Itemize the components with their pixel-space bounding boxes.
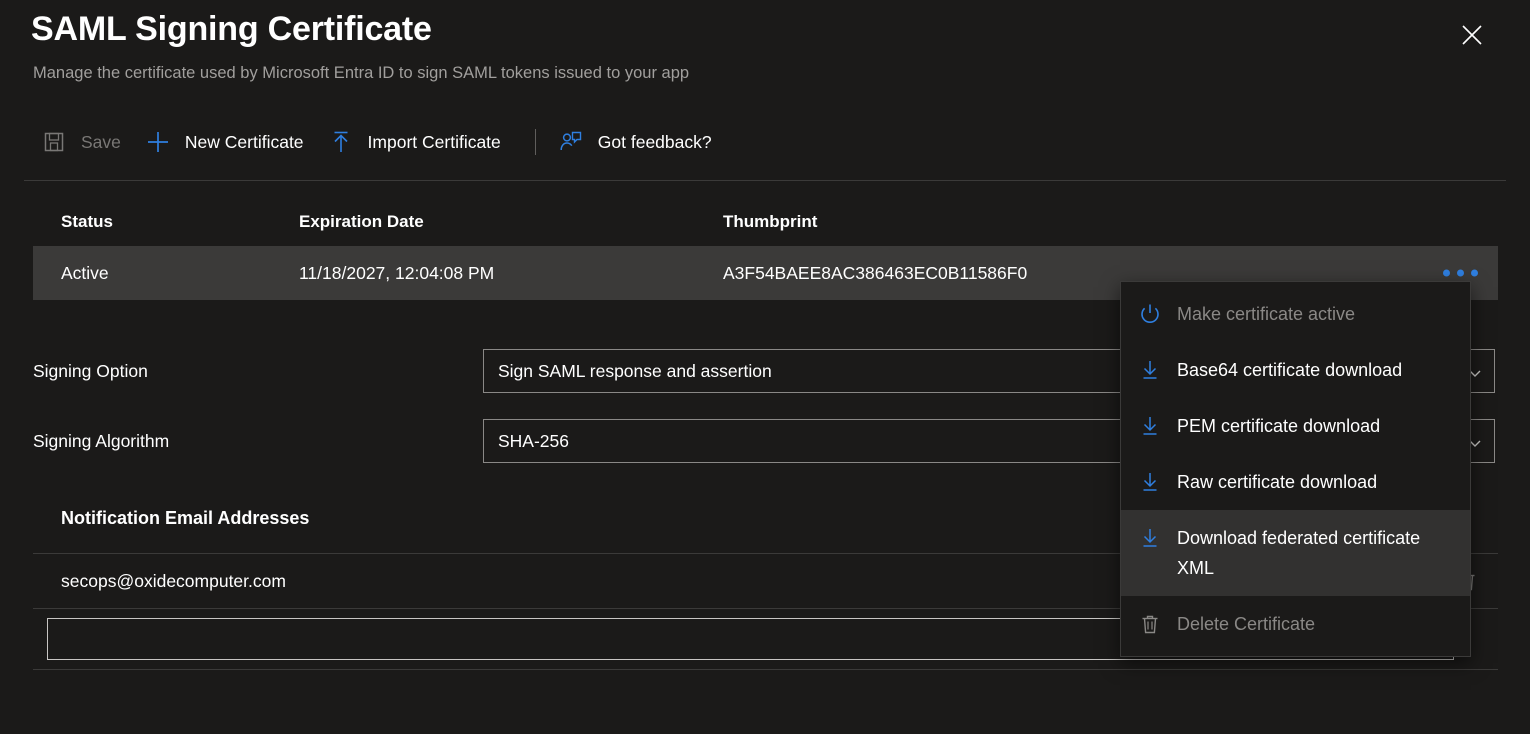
- download-icon: [1137, 355, 1163, 385]
- table-header-row: Status Expiration Date Thumbprint: [33, 198, 1498, 246]
- notification-emails-title: Notification Email Addresses: [61, 508, 309, 529]
- menu-item-download-federated-certificate-xml[interactable]: Download federated certificate XML: [1121, 510, 1470, 596]
- power-icon: [1137, 299, 1163, 329]
- signing-algorithm-value: SHA-256: [498, 431, 569, 452]
- menu-item-label: Make certificate active: [1177, 299, 1454, 329]
- certificate-context-menu: Make certificate active Base64 certifica…: [1120, 281, 1471, 657]
- upload-icon: [328, 129, 354, 155]
- download-icon: [1137, 467, 1163, 497]
- feedback-person-icon: [558, 129, 584, 155]
- plus-icon: [145, 129, 171, 155]
- ellipsis-icon[interactable]: [1437, 264, 1484, 283]
- menu-item-label: PEM certificate download: [1177, 411, 1454, 441]
- menu-item-delete-certificate[interactable]: Delete Certificate: [1121, 596, 1470, 652]
- import-certificate-button[interactable]: Import Certificate: [320, 120, 517, 164]
- saml-signing-certificate-panel: SAML Signing Certificate Manage the cert…: [0, 0, 1530, 734]
- new-certificate-button[interactable]: New Certificate: [137, 120, 320, 164]
- menu-item-label: Raw certificate download: [1177, 467, 1454, 497]
- notification-email-value: secops@oxidecomputer.com: [33, 571, 286, 592]
- download-icon: [1137, 523, 1163, 553]
- cell-status: Active: [33, 263, 299, 284]
- signing-option-label: Signing Option: [33, 361, 483, 382]
- menu-item-raw-certificate-download[interactable]: Raw certificate download: [1121, 454, 1470, 510]
- toolbar-divider-rule: [24, 180, 1506, 181]
- command-bar: Save New Certificate Import Certificate: [33, 120, 728, 164]
- page-title: SAML Signing Certificate: [31, 10, 432, 49]
- download-icon: [1137, 411, 1163, 441]
- page-subtitle: Manage the certificate used by Microsoft…: [33, 64, 689, 83]
- menu-item-label: Delete Certificate: [1177, 609, 1454, 639]
- got-feedback-button[interactable]: Got feedback?: [550, 120, 728, 164]
- column-header-expiration-date: Expiration Date: [299, 212, 723, 232]
- cell-expiration-date: 11/18/2027, 12:04:08 PM: [299, 263, 723, 284]
- got-feedback-label: Got feedback?: [598, 132, 712, 153]
- signing-algorithm-label: Signing Algorithm: [33, 431, 483, 452]
- signing-option-value: Sign SAML response and assertion: [498, 361, 772, 382]
- save-icon: [41, 129, 67, 155]
- column-header-status: Status: [33, 212, 299, 232]
- import-certificate-label: Import Certificate: [368, 132, 501, 153]
- menu-item-base64-certificate-download[interactable]: Base64 certificate download: [1121, 342, 1470, 398]
- close-icon[interactable]: [1456, 19, 1488, 51]
- menu-item-label: Base64 certificate download: [1177, 355, 1454, 385]
- notification-divider-bottom: [33, 669, 1498, 670]
- trash-icon: [1137, 609, 1163, 639]
- new-certificate-label: New Certificate: [185, 132, 304, 153]
- toolbar-divider: [535, 129, 536, 155]
- menu-item-make-certificate-active[interactable]: Make certificate active: [1121, 286, 1470, 342]
- save-button-label: Save: [81, 132, 121, 153]
- column-header-thumbprint: Thumbprint: [723, 212, 1498, 232]
- menu-item-pem-certificate-download[interactable]: PEM certificate download: [1121, 398, 1470, 454]
- menu-item-label: Download federated certificate XML: [1177, 523, 1454, 583]
- save-button[interactable]: Save: [33, 120, 137, 164]
